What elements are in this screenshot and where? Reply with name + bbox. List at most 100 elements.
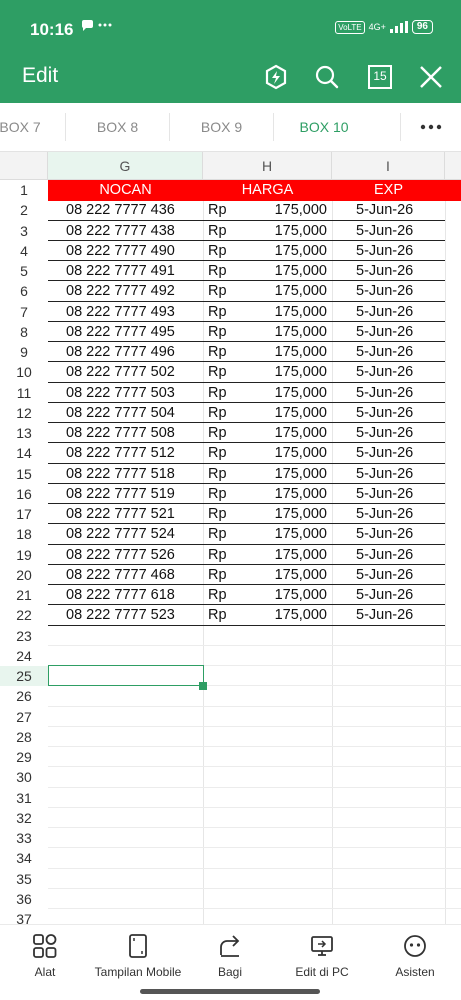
cell-exp[interactable]: 5-Jun-26 bbox=[356, 504, 442, 524]
column-header-i[interactable]: I bbox=[332, 152, 445, 180]
cell-harga[interactable]: 175,000 bbox=[238, 443, 327, 463]
cell-currency[interactable]: Rp bbox=[208, 200, 238, 220]
cell-harga[interactable]: 175,000 bbox=[238, 281, 327, 301]
cell-exp[interactable]: 5-Jun-26 bbox=[356, 281, 442, 301]
search-icon[interactable] bbox=[312, 62, 342, 92]
cell-harga[interactable]: 175,000 bbox=[238, 524, 327, 544]
cell-nocan[interactable]: 08 222 7777 495 bbox=[66, 322, 202, 342]
cell-currency[interactable]: Rp bbox=[208, 605, 238, 625]
row-number[interactable]: 37 bbox=[0, 909, 48, 924]
cell-currency[interactable]: Rp bbox=[208, 565, 238, 585]
cell-exp[interactable]: 5-Jun-26 bbox=[356, 403, 442, 423]
cell-exp[interactable]: 5-Jun-26 bbox=[356, 443, 442, 463]
cell-nocan[interactable]: 08 222 7777 618 bbox=[66, 585, 202, 605]
cell-currency[interactable]: Rp bbox=[208, 241, 238, 261]
row-number[interactable]: 36 bbox=[0, 888, 48, 909]
close-icon[interactable] bbox=[416, 62, 446, 92]
tab-box-9[interactable]: BOX 9 bbox=[170, 103, 273, 151]
tools-button[interactable]: Alat bbox=[14, 933, 76, 979]
row-number[interactable]: 10 bbox=[0, 362, 48, 383]
cell-nocan[interactable]: 08 222 7777 519 bbox=[66, 484, 202, 504]
cell-currency[interactable]: Rp bbox=[208, 403, 238, 423]
cell-exp[interactable]: 5-Jun-26 bbox=[356, 362, 442, 382]
cell-harga[interactable]: 175,000 bbox=[238, 585, 327, 605]
cell-currency[interactable]: Rp bbox=[208, 504, 238, 524]
cell-nocan[interactable]: 08 222 7777 502 bbox=[66, 362, 202, 382]
cell-exp[interactable]: 5-Jun-26 bbox=[356, 302, 442, 322]
row-number[interactable]: 34 bbox=[0, 848, 48, 869]
row-number[interactable]: 21 bbox=[0, 585, 48, 606]
cell-harga[interactable]: 175,000 bbox=[238, 241, 327, 261]
cell-currency[interactable]: Rp bbox=[208, 484, 238, 504]
fill-handle[interactable] bbox=[199, 682, 207, 690]
cell-exp[interactable]: 5-Jun-26 bbox=[356, 585, 442, 605]
cell-exp[interactable]: 5-Jun-26 bbox=[356, 200, 442, 220]
row-number[interactable]: 12 bbox=[0, 402, 48, 423]
header-nocan[interactable]: NOCAN bbox=[48, 180, 203, 201]
tab-box-10[interactable]: BOX 10 bbox=[274, 103, 374, 151]
row-number[interactable]: 28 bbox=[0, 726, 48, 747]
cell-currency[interactable]: Rp bbox=[208, 383, 238, 403]
cell-currency[interactable]: Rp bbox=[208, 362, 238, 382]
row-number[interactable]: 29 bbox=[0, 747, 48, 768]
row-number[interactable]: 6 bbox=[0, 281, 48, 302]
cell-exp[interactable]: 5-Jun-26 bbox=[356, 565, 442, 585]
row-number[interactable]: 13 bbox=[0, 423, 48, 444]
row-number[interactable]: 35 bbox=[0, 868, 48, 889]
cell-nocan[interactable]: 08 222 7777 504 bbox=[66, 403, 202, 423]
row-number[interactable]: 33 bbox=[0, 828, 48, 849]
mobile-view-button[interactable]: Tampilan Mobile bbox=[90, 933, 186, 979]
page-count-button[interactable]: 15 bbox=[365, 62, 395, 92]
cell-nocan[interactable]: 08 222 7777 436 bbox=[66, 200, 202, 220]
cell-currency[interactable]: Rp bbox=[208, 281, 238, 301]
row-number[interactable]: 5 bbox=[0, 261, 48, 282]
cell-nocan[interactable]: 08 222 7777 496 bbox=[66, 342, 202, 362]
row-number[interactable]: 7 bbox=[0, 301, 48, 322]
row-number[interactable]: 11 bbox=[0, 382, 48, 403]
cell-nocan[interactable]: 08 222 7777 491 bbox=[66, 261, 202, 281]
cell-nocan[interactable]: 08 222 7777 503 bbox=[66, 383, 202, 403]
column-header-g[interactable]: G bbox=[48, 152, 203, 180]
cell-currency[interactable]: Rp bbox=[208, 302, 238, 322]
active-cell-selection[interactable] bbox=[48, 665, 204, 686]
cell-currency[interactable]: Rp bbox=[208, 585, 238, 605]
row-number[interactable]: 8 bbox=[0, 321, 48, 342]
spreadsheet-grid[interactable]: G H I 1 NOCAN HARGA EXP 2 08 222 7777 436… bbox=[0, 152, 461, 924]
row-number[interactable]: 14 bbox=[0, 443, 48, 464]
cell-exp[interactable]: 5-Jun-26 bbox=[356, 545, 442, 565]
cell-currency[interactable]: Rp bbox=[208, 423, 238, 443]
cell-nocan[interactable]: 08 222 7777 526 bbox=[66, 545, 202, 565]
cell-harga[interactable]: 175,000 bbox=[238, 342, 327, 362]
row-number[interactable]: 9 bbox=[0, 342, 48, 363]
cell-currency[interactable]: Rp bbox=[208, 524, 238, 544]
cell-nocan[interactable]: 08 222 7777 518 bbox=[66, 464, 202, 484]
column-header-h[interactable]: H bbox=[203, 152, 332, 180]
cell-currency[interactable]: Rp bbox=[208, 342, 238, 362]
row-number[interactable]: 25 bbox=[0, 666, 48, 687]
row-number[interactable]: 17 bbox=[0, 504, 48, 525]
cell-nocan[interactable]: 08 222 7777 512 bbox=[66, 443, 202, 463]
row-number[interactable]: 19 bbox=[0, 544, 48, 565]
row-number[interactable]: 30 bbox=[0, 767, 48, 788]
cell-nocan[interactable]: 08 222 7777 523 bbox=[66, 605, 202, 625]
hexagon-bolt-icon[interactable] bbox=[261, 62, 291, 92]
cell-harga[interactable]: 175,000 bbox=[238, 383, 327, 403]
cell-exp[interactable]: 5-Jun-26 bbox=[356, 464, 442, 484]
cell-exp[interactable]: 5-Jun-26 bbox=[356, 241, 442, 261]
cell-harga[interactable]: 175,000 bbox=[238, 362, 327, 382]
cell-nocan[interactable]: 08 222 7777 490 bbox=[66, 241, 202, 261]
row-number[interactable]: 2 bbox=[0, 200, 48, 221]
cell-currency[interactable]: Rp bbox=[208, 322, 238, 342]
cell-nocan[interactable]: 08 222 7777 508 bbox=[66, 423, 202, 443]
column-header-next[interactable] bbox=[445, 152, 461, 180]
cell-harga[interactable]: 175,000 bbox=[238, 261, 327, 281]
cell-harga[interactable]: 175,000 bbox=[238, 504, 327, 524]
cell-currency[interactable]: Rp bbox=[208, 261, 238, 281]
cell-harga[interactable]: 175,000 bbox=[238, 322, 327, 342]
row-number[interactable]: 1 bbox=[0, 180, 48, 201]
cell-harga[interactable]: 175,000 bbox=[238, 605, 327, 625]
header-exp[interactable]: EXP bbox=[332, 180, 445, 201]
cell-nocan[interactable]: 08 222 7777 524 bbox=[66, 524, 202, 544]
cell-exp[interactable]: 5-Jun-26 bbox=[356, 342, 442, 362]
cell-harga[interactable]: 175,000 bbox=[238, 423, 327, 443]
